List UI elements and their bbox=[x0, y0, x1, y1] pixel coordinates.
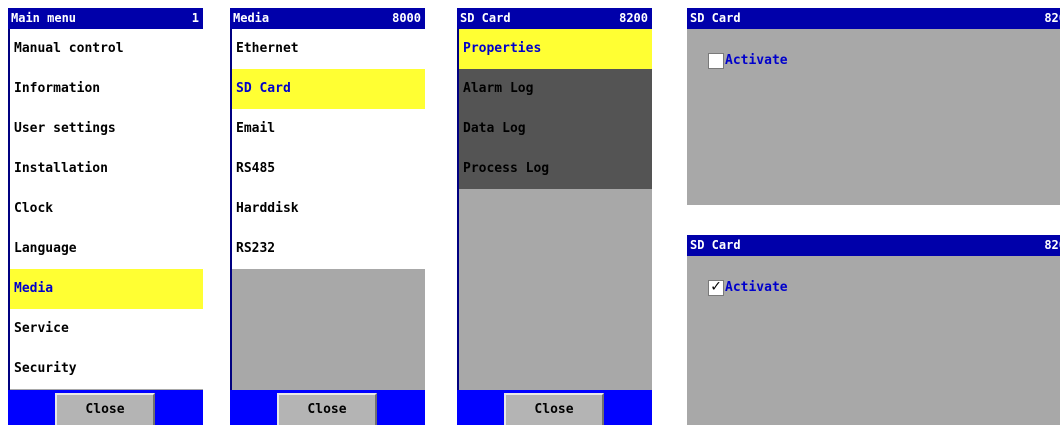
menu-item-ethernet[interactable]: Ethernet bbox=[232, 29, 425, 69]
sdcard-dialog-title: SD Card bbox=[690, 238, 741, 252]
main-menu-title: Main menu bbox=[11, 11, 77, 25]
menu-item-properties[interactable]: Properties bbox=[459, 29, 652, 69]
menu-item-process-log[interactable]: Process Log bbox=[459, 149, 652, 189]
media-menu-title: Media bbox=[233, 11, 270, 25]
menu-item-user-settings[interactable]: User settings bbox=[10, 109, 203, 149]
checkmark-icon: ✓ bbox=[711, 276, 721, 295]
menu-item-alarm-log[interactable]: Alarm Log bbox=[459, 69, 652, 109]
sdcard-menu-title: SD Card bbox=[460, 11, 511, 25]
menu-item-manual-control[interactable]: Manual control bbox=[10, 29, 203, 69]
sdcard-menu-number: 8200 bbox=[619, 11, 648, 25]
media-menu-panel: Media 8000 Ethernet SD Card Email RS485 … bbox=[230, 8, 425, 425]
sdcard-menu-panel: SD Card 8200 Properties Alarm Log Data L… bbox=[457, 8, 652, 425]
close-button[interactable]: Close bbox=[504, 393, 604, 425]
menu-item-rs485[interactable]: RS485 bbox=[232, 149, 425, 189]
main-menu-list: Manual control Information User settings… bbox=[10, 29, 203, 390]
sdcard-dialog-number: 820 bbox=[1044, 238, 1060, 252]
sdcard-menu-list: Properties Alarm Log Data Log Process Lo… bbox=[459, 29, 652, 390]
activate-checkbox-label[interactable]: Activate bbox=[725, 52, 788, 70]
media-menu-list: Ethernet SD Card Email RS485 Harddisk RS… bbox=[232, 29, 425, 390]
media-menu-footer: Close bbox=[230, 390, 425, 425]
sdcard-properties-dialog-unchecked: SD Card 820 Activate bbox=[687, 8, 1060, 205]
menu-item-installation[interactable]: Installation bbox=[10, 149, 203, 189]
sdcard-dialog-titlebar: SD Card 820 bbox=[687, 235, 1060, 256]
menu-item-service[interactable]: Service bbox=[10, 309, 203, 349]
sdcard-dialog-number: 820 bbox=[1044, 11, 1060, 25]
sdcard-properties-dialog-checked: SD Card 820 ✓Activate bbox=[687, 235, 1060, 425]
activate-checkbox-label[interactable]: Activate bbox=[725, 279, 788, 297]
sdcard-dialog-title: SD Card bbox=[690, 11, 741, 25]
activate-checkbox[interactable]: ✓ bbox=[708, 276, 724, 296]
activate-checkbox-row[interactable]: Activate bbox=[708, 52, 788, 70]
menu-item-information[interactable]: Information bbox=[10, 69, 203, 109]
sdcard-menu-titlebar: SD Card 8200 bbox=[457, 8, 652, 29]
main-menu-panel: Main menu 1 Manual control Information U… bbox=[8, 8, 203, 425]
close-button[interactable]: Close bbox=[55, 393, 155, 425]
menu-item-language[interactable]: Language bbox=[10, 229, 203, 269]
sdcard-dialog-titlebar: SD Card 820 bbox=[687, 8, 1060, 29]
sdcard-menu-footer: Close bbox=[457, 390, 652, 425]
main-menu-footer: Close bbox=[8, 390, 203, 425]
menu-item-security[interactable]: Security bbox=[10, 349, 203, 389]
main-menu-number: 1 bbox=[191, 11, 199, 25]
activate-checkbox-row[interactable]: ✓ Activate bbox=[708, 276, 788, 297]
menu-item-email[interactable]: Email bbox=[232, 109, 425, 149]
close-button[interactable]: Close bbox=[277, 393, 377, 425]
menu-item-rs232[interactable]: RS232 bbox=[232, 229, 425, 269]
menu-item-clock[interactable]: Clock bbox=[10, 189, 203, 229]
menu-item-media[interactable]: Media bbox=[10, 269, 203, 309]
menu-item-data-log[interactable]: Data Log bbox=[459, 109, 652, 149]
media-menu-number: 8000 bbox=[392, 11, 421, 25]
menu-item-sd-card[interactable]: SD Card bbox=[232, 69, 425, 109]
media-menu-titlebar: Media 8000 bbox=[230, 8, 425, 29]
menu-item-harddisk[interactable]: Harddisk bbox=[232, 189, 425, 229]
main-menu-titlebar: Main menu 1 bbox=[8, 8, 203, 29]
activate-checkbox[interactable] bbox=[708, 53, 724, 69]
